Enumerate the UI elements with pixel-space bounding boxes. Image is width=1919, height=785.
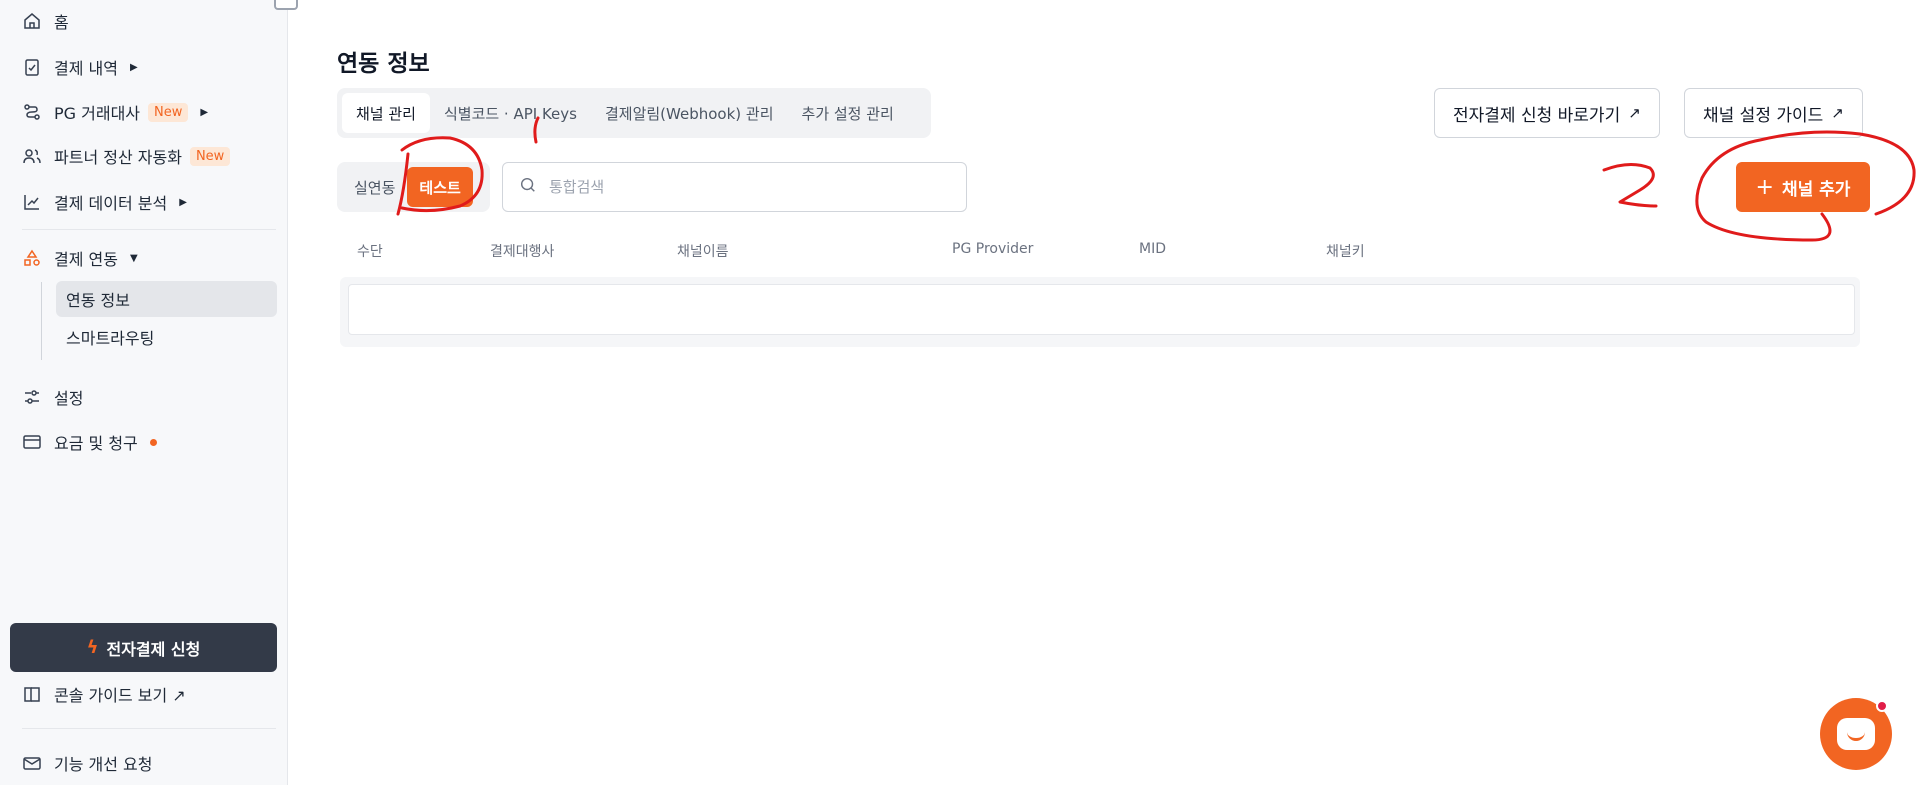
sliders-icon: [22, 387, 42, 407]
caret-down-icon: ▼: [129, 252, 138, 264]
column-header: 결제대행사: [490, 244, 555, 260]
channel-guide-label: 채널 설정 가이드: [1703, 105, 1824, 126]
sidebar-item-label: PG 거래대사: [54, 104, 141, 123]
sidebar-item-payment-analytics[interactable]: 결제 데이터 분석 ▶: [22, 187, 187, 217]
search-icon: [519, 176, 537, 198]
add-channel-label: 채널 추가: [1781, 179, 1851, 200]
console-guide-label: 콘솔 가이드 보기 ↗: [54, 686, 186, 705]
users-icon: [22, 146, 42, 166]
column-header: 수단: [357, 244, 383, 260]
feature-request-label: 기능 개선 요청: [54, 755, 153, 774]
route-icon: [22, 102, 42, 122]
mode-live[interactable]: 실연동: [342, 167, 407, 207]
sidebar-item-label: 결제 연동: [54, 250, 118, 269]
console-guide-link[interactable]: 콘솔 가이드 보기 ↗: [22, 679, 186, 709]
search-box: [502, 162, 967, 212]
sidebar-item-settings[interactable]: 설정: [22, 382, 83, 412]
book-icon: [22, 684, 42, 704]
sidebar-divider: [22, 229, 276, 230]
tab-api-keys[interactable]: 식별코드 · API Keys: [430, 93, 591, 133]
column-header: MID: [1139, 241, 1166, 257]
table-header: 수단 결제대행사 채널이름 PG Provider MID 채널키: [337, 238, 1860, 264]
clipboard-check-icon: [22, 57, 42, 77]
chat-notification-dot: [1876, 700, 1888, 712]
sidebar: 홈 결제 내역 ▶ PG 거래대사 New ▶ 파트너 정산 자동화 New 결…: [0, 0, 298, 785]
apply-shortcut-button[interactable]: 전자결제 신청 바로가기 ↗: [1434, 88, 1660, 138]
table-row: [348, 284, 1855, 335]
tab-webhook[interactable]: 결제알림(Webhook) 관리: [591, 93, 788, 133]
plus-icon: +: [1755, 174, 1774, 200]
sidebar-item-home[interactable]: 홈: [22, 6, 69, 36]
column-header: 채널키: [1326, 244, 1365, 260]
sidebar-divider: [22, 728, 276, 729]
column-header: 채널이름: [677, 244, 729, 260]
sidebar-item-label: 결제 데이터 분석: [54, 194, 168, 213]
external-link-icon: ↗: [1628, 104, 1641, 122]
mode-test[interactable]: 테스트: [407, 167, 473, 207]
home-icon: [22, 11, 42, 31]
sidebar-item-payment-history[interactable]: 결제 내역 ▶: [22, 52, 138, 82]
sidebar-item-label: 결제 내역: [54, 59, 118, 78]
channel-guide-button[interactable]: 채널 설정 가이드 ↗: [1684, 88, 1863, 138]
tab-channel-management[interactable]: 채널 관리: [342, 93, 430, 133]
sidebar-item-pg-reconciliation[interactable]: PG 거래대사 New ▶: [22, 97, 208, 127]
chat-icon: [1837, 718, 1875, 750]
sidebar-item-label: 요금 및 청구: [54, 434, 138, 453]
sidebar-item-label: 홈: [54, 13, 69, 32]
tab-bar: 채널 관리 식별코드 · API Keys 결제알림(Webhook) 관리 추…: [337, 88, 931, 138]
sub-menu-line: [41, 282, 42, 360]
credit-card-icon: [22, 432, 42, 452]
table-body: [340, 277, 1860, 347]
caret-right-icon: ▶: [179, 196, 187, 208]
sidebar-item-payment-integration[interactable]: 결제 연동 ▼: [22, 243, 138, 273]
external-link-icon: ↗: [1831, 104, 1844, 122]
sidebar-subitem-smart-routing[interactable]: 스마트라우팅: [56, 319, 277, 355]
sidebar-item-label: 파트너 정산 자동화: [54, 148, 182, 167]
page-title: 연동 정보: [337, 51, 430, 77]
notification-dot: [149, 438, 157, 446]
mail-icon: [22, 753, 42, 773]
sidebar-item-billing[interactable]: 요금 및 청구: [22, 427, 157, 457]
column-header: PG Provider: [952, 241, 1034, 257]
mode-toggle: 실연동 테스트: [337, 162, 490, 212]
payment-apply-label: 전자결제 신청: [106, 639, 201, 659]
line-chart-icon: [22, 192, 42, 212]
add-channel-button[interactable]: + 채널 추가: [1736, 162, 1870, 212]
new-badge: New: [148, 102, 189, 122]
apply-shortcut-label: 전자결제 신청 바로가기: [1453, 105, 1621, 126]
sidebar-subitem-integration-info[interactable]: 연동 정보: [56, 281, 277, 317]
sidebar-collapse-icon[interactable]: [274, 0, 298, 10]
tab-additional-settings[interactable]: 추가 설정 관리: [788, 93, 908, 133]
payment-apply-button[interactable]: ϟ 전자결제 신청: [10, 623, 277, 672]
annotation-digit-two: [1602, 163, 1658, 208]
caret-right-icon: ▶: [200, 106, 209, 118]
caret-right-icon: ▶: [129, 61, 138, 73]
sidebar-item-partner-settlement[interactable]: 파트너 정산 자동화 New: [22, 141, 231, 171]
bolt-icon: ϟ: [86, 637, 99, 658]
feature-request-link[interactable]: 기능 개선 요청: [22, 748, 153, 778]
new-badge: New: [189, 146, 231, 166]
sidebar-item-label: 설정: [54, 389, 84, 408]
search-input[interactable]: [549, 178, 929, 196]
shapes-icon: [22, 248, 42, 268]
